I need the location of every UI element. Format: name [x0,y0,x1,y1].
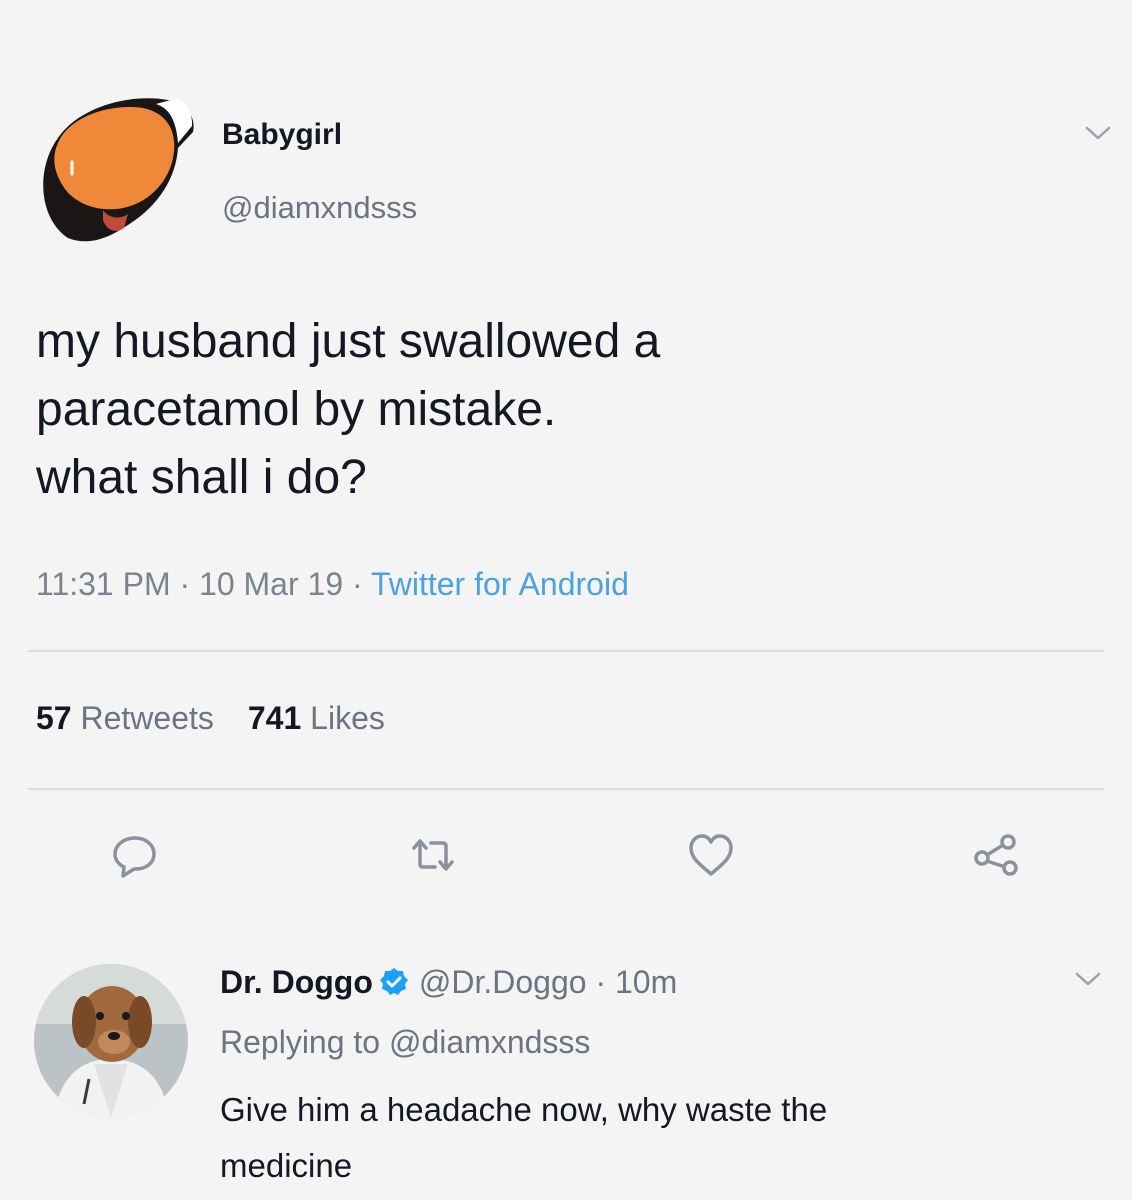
share-icon[interactable] [972,830,1022,880]
meta-separator: · [343,566,371,602]
replying-to: Replying to @diamxndsss [220,1024,590,1061]
likes-stat[interactable]: 741 Likes [248,700,385,736]
chevron-down-icon[interactable] [1074,970,1102,988]
user-handle[interactable]: @diamxndsss [222,190,417,226]
retweet-icon[interactable] [408,830,458,880]
tweet-text-line: my husband just swallowed a [36,315,661,368]
retweets-stat[interactable]: 57 Retweets [36,700,214,736]
meta-separator: · [170,566,200,602]
replying-mention-link[interactable]: @diamxndsss [389,1024,590,1060]
tweet-meta: 11:31 PM · 10 Mar 19 · Twitter for Andro… [36,566,629,603]
retweets-label: Retweets [80,700,214,736]
tweet-page: Babygirl @diamxndsss my husband just swa… [0,0,1132,1200]
chevron-down-icon[interactable] [1084,124,1112,142]
display-name[interactable]: Babygirl [222,118,342,152]
reply-display-name[interactable]: Dr. Doggo [220,964,373,1000]
reply-text-line: Give him a headache now, why waste the [220,1091,828,1128]
tweet-text-line: what shall i do? [36,451,367,504]
tweet-stats: 57 Retweets 741 Likes [36,700,385,737]
retweets-count: 57 [36,700,72,736]
tweet-text: my husband just swallowed a paracetamol … [36,308,1096,512]
replying-prefix: Replying to [220,1024,381,1060]
likes-count: 741 [247,700,302,736]
meta-separator: · [586,964,615,1000]
profile-avatar-icon[interactable] [28,88,198,248]
divider [28,788,1104,790]
reply-header: Dr. Doggo @Dr.Doggo · 10m [220,962,677,1002]
reply-text: Give him a headache now, why waste the m… [220,1082,1100,1194]
reply-handle[interactable]: @Dr.Doggo [419,964,587,1000]
reply-time: 10m [614,964,678,1000]
verified-badge-icon [379,968,408,995]
tweet-date: 10 Mar 19 [199,566,344,602]
reply-icon[interactable] [110,830,160,880]
reply-text-line: medicine [220,1147,353,1184]
heart-icon[interactable] [686,830,736,880]
likes-label: Likes [310,700,385,736]
tweet-time: 11:31 PM [36,566,171,602]
dog-avatar-icon[interactable] [34,964,188,1118]
tweet-source-link[interactable]: Twitter for Android [371,566,629,602]
divider [28,650,1104,652]
tweet-text-line: paracetamol by mistake. [36,383,557,436]
